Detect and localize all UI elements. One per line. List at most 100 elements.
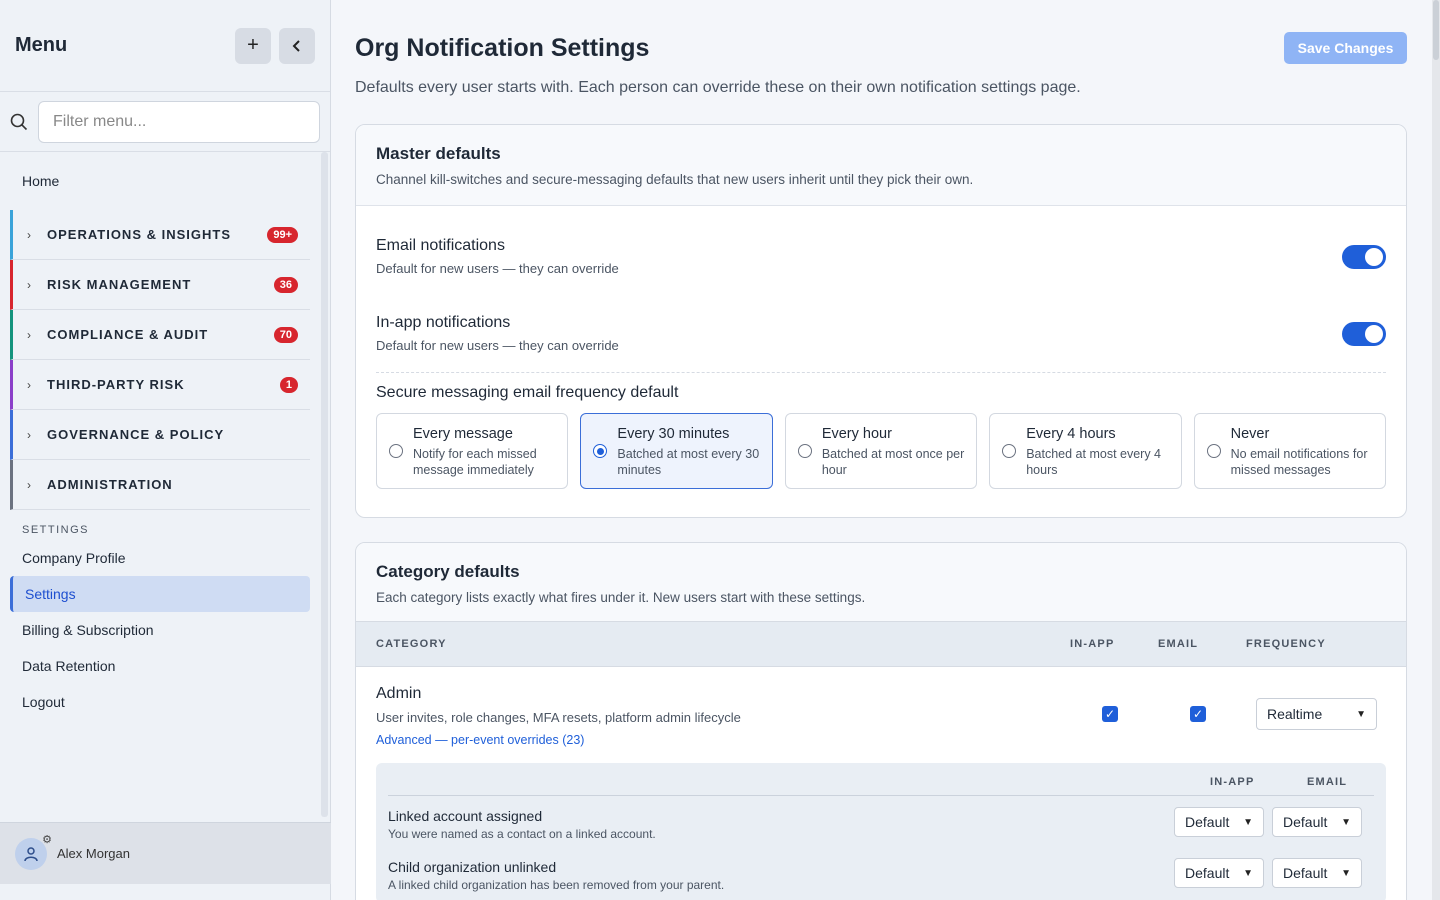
frequency-option-1[interactable]: Every 30 minutes Batched at most every 30…: [580, 413, 773, 489]
main-content: Org Notification Settings Save Changes D…: [331, 0, 1440, 900]
chevron-down-icon: ▼: [1341, 816, 1351, 828]
admin-email-checkbox[interactable]: ✓: [1190, 706, 1206, 722]
user-icon: [24, 846, 38, 861]
count-badge: 36: [273, 276, 298, 293]
admin-inapp-checkbox[interactable]: ✓: [1102, 706, 1118, 722]
sidebar: Menu + Home › OPERATIONS & INSIGHTS 99+ › RI…: [0, 0, 331, 900]
col-frequency: FREQUENCY: [1246, 638, 1326, 650]
chevron-left-icon: [292, 39, 300, 52]
frequency-option-4[interactable]: Never No email notifications for missed m…: [1193, 413, 1387, 489]
email-notifications-toggle[interactable]: [1342, 244, 1386, 269]
plus-icon: +: [247, 34, 259, 56]
frequency-option-0[interactable]: Every message Notify for each missed mess…: [376, 413, 569, 489]
master-defaults-title: Master defaults: [376, 144, 501, 163]
user-profile[interactable]: ⚙ Alex Morgan: [0, 822, 331, 884]
sidebar-group-label: GOVERNANCE & POLICY: [47, 427, 225, 442]
chevron-down-icon: ▼: [1341, 867, 1351, 879]
radio-button[interactable]: [389, 444, 403, 458]
overrides-col-email: EMAIL: [1307, 776, 1348, 788]
event-inapp-select[interactable]: Default ▼: [1174, 858, 1264, 888]
radio-button[interactable]: [593, 444, 608, 458]
category-admin-title: Admin: [376, 685, 422, 702]
email-notifications-row: Email notifications Default for new user…: [356, 218, 1406, 295]
category-table-header: CATEGORY IN-APP EMAIL FREQUENCY: [356, 621, 1406, 667]
chevron-right-icon: ›: [27, 277, 31, 292]
sidebar-group-5[interactable]: › ADMINISTRATION: [10, 460, 310, 510]
event-inapp-select[interactable]: Default ▼: [1174, 807, 1264, 837]
chevron-down-icon: ▼: [1243, 867, 1253, 879]
settings-item-4[interactable]: Logout: [10, 684, 310, 720]
col-inapp: IN-APP: [1070, 638, 1115, 650]
sidebar-group-1[interactable]: › RISK MANAGEMENT 36: [10, 260, 310, 310]
admin-frequency-select[interactable]: Realtime ▼: [1256, 698, 1377, 730]
frequency-options: Every message Notify for each missed mess…: [356, 402, 1406, 509]
sidebar-group-label: THIRD-PARTY RISK: [47, 377, 185, 392]
sidebar-group-4[interactable]: › GOVERNANCE & POLICY: [10, 410, 310, 460]
radio-button[interactable]: [1206, 444, 1221, 458]
user-name: Alex Morgan: [57, 846, 130, 861]
settings-item-0[interactable]: Company Profile: [10, 540, 310, 576]
category-defaults-title: Category defaults: [376, 562, 520, 581]
sidebar-scrollbar[interactable]: [321, 152, 328, 817]
email-notifications-title: Email notifications: [376, 237, 505, 254]
main-scrollbar[interactable]: [1432, 0, 1440, 900]
frequency-option-desc: Batched at most every 4 hours: [1026, 447, 1162, 477]
nav-home[interactable]: Home: [10, 152, 310, 210]
add-button[interactable]: +: [235, 27, 271, 64]
sidebar-group-label: RISK MANAGEMENT: [47, 277, 192, 292]
category-row-admin: Admin User invites, role changes, MFA re…: [356, 667, 1406, 763]
filter-menu-input[interactable]: [38, 100, 320, 143]
sidebar-title: Menu: [15, 34, 68, 56]
frequency-option-desc: No email notifications for missed messag…: [1230, 447, 1368, 477]
settings-item-1[interactable]: Settings: [10, 576, 310, 612]
event-email-select[interactable]: Default ▼: [1272, 807, 1362, 837]
settings-section-label: SETTINGS: [22, 524, 90, 536]
page-title: Org Notification Settings: [355, 34, 650, 62]
sidebar-group-0[interactable]: › OPERATIONS & INSIGHTS 99+: [10, 210, 310, 260]
sidebar-group-label: COMPLIANCE & AUDIT: [47, 327, 209, 342]
save-changes-button[interactable]: Save Changes: [1284, 32, 1407, 64]
inapp-notifications-toggle[interactable]: [1342, 321, 1386, 346]
radio-button[interactable]: [797, 444, 812, 458]
inapp-notifications-desc: Default for new users — they can overrid…: [376, 338, 619, 353]
count-badge: 99+: [267, 226, 298, 243]
chevron-down-icon: ▼: [1356, 708, 1366, 720]
frequency-option-2[interactable]: Every hour Batched at most once per hour: [784, 413, 978, 489]
frequency-option-title: Every message: [413, 426, 513, 442]
sidebar-search: [0, 92, 330, 152]
frequency-option-desc: Notify for each missed message immediate…: [413, 447, 537, 477]
event-inapp-value: Default: [1185, 814, 1230, 830]
radio-button[interactable]: [1002, 444, 1017, 458]
page-subtitle: Defaults every user starts with. Each pe…: [355, 79, 1081, 96]
category-admin-desc: User invites, role changes, MFA resets, …: [376, 710, 741, 725]
sidebar-group-3[interactable]: › THIRD-PARTY RISK 1: [10, 360, 310, 410]
event-row-1: Child organization unlinked A linked chil…: [376, 847, 1386, 898]
inapp-notifications-row: In-app notifications Default for new use…: [356, 295, 1406, 372]
collapse-sidebar-button[interactable]: [279, 27, 315, 64]
col-category: CATEGORY: [376, 638, 447, 650]
frequency-option-title: Every hour: [821, 426, 892, 442]
sidebar-group-2[interactable]: › COMPLIANCE & AUDIT 70: [10, 310, 310, 360]
event-email-value: Default: [1283, 814, 1328, 830]
sidebar-group-label: ADMINISTRATION: [47, 477, 173, 492]
frequency-option-desc: Batched at most once per hour: [821, 447, 965, 477]
event-email-select[interactable]: Default ▼: [1272, 858, 1362, 888]
chevron-down-icon: ▼: [1243, 816, 1253, 828]
gear-icon: ⚙: [42, 833, 52, 846]
chevron-right-icon: ›: [27, 377, 31, 392]
category-defaults-desc: Each category lists exactly what fires u…: [376, 590, 866, 605]
admin-frequency-value: Realtime: [1267, 706, 1323, 722]
frequency-option-title: Every 30 minutes: [617, 426, 730, 442]
count-badge: 70: [273, 326, 298, 343]
frequency-option-title: Never: [1230, 426, 1270, 442]
category-defaults-card: Category defaults Each category lists ex…: [355, 542, 1407, 900]
count-badge: 1: [279, 376, 298, 393]
email-notifications-desc: Default for new users — they can overrid…: [376, 261, 619, 276]
event-row-0: Linked account assigned You were named as…: [376, 796, 1386, 847]
settings-item-2[interactable]: Billing & Subscription: [10, 612, 310, 648]
settings-item-3[interactable]: Data Retention: [10, 648, 310, 684]
advanced-overrides-link[interactable]: Advanced — per-event overrides (23): [376, 733, 1386, 747]
frequency-option-3[interactable]: Every 4 hours Batched at most every 4 hou…: [989, 413, 1182, 489]
sidebar-header: Menu +: [0, 0, 330, 92]
master-defaults-card: Master defaults Channel kill-switches an…: [355, 124, 1407, 518]
